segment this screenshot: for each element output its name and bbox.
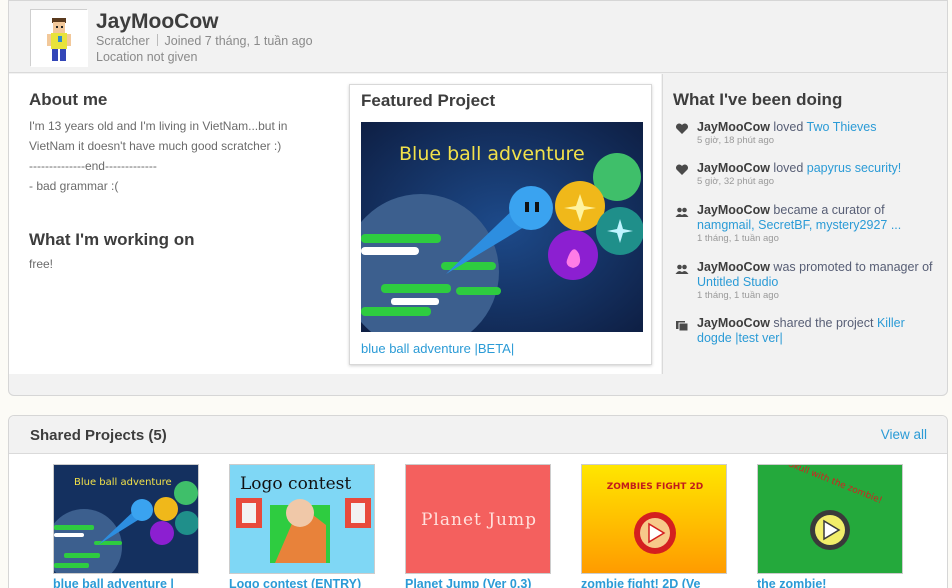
meta-divider — [156, 34, 158, 46]
activity-item: JayMooCow loved papyrus security! 5 giờ, … — [675, 161, 940, 188]
project-thumbnail[interactable]: Blue ball adventure — [53, 464, 199, 574]
activity-title: What I've been doing — [673, 90, 843, 109]
activity-action: loved — [769, 161, 807, 175]
activity-action: shared the project — [769, 316, 877, 330]
activity-user[interactable]: JayMooCow — [697, 316, 770, 330]
project-thumbnail[interactable]: Logo contest — [229, 464, 375, 574]
project-title-link[interactable]: zombie fight! 2D (Ve — [581, 577, 727, 588]
activity-user[interactable]: JayMooCow — [697, 260, 770, 274]
activity-time: 1 tháng, 1 tuần ago — [697, 233, 779, 244]
activity-item: JayMooCow loved Two Thieves 5 giờ, 18 phú… — [675, 120, 940, 147]
project-artwork: Logo contest — [230, 465, 374, 573]
featured-thumbnail[interactable]: Blue ball adventure — [361, 122, 643, 332]
about-line: VietNam it doesn't have much good scratc… — [29, 139, 282, 153]
about-line: - bad grammar :( — [29, 179, 119, 193]
project-title-link[interactable]: Logo contest (ENTRY) — [229, 577, 375, 588]
users-icon — [675, 207, 689, 217]
project-title-link[interactable]: blue ball adventure | — [53, 577, 199, 588]
username: JayMooCow — [96, 10, 219, 33]
project-artwork: Blue ball adventure — [54, 465, 198, 573]
role-label: Scratcher — [96, 34, 150, 48]
project-thumb-text: Planet Jump — [421, 510, 537, 530]
profile-header: JayMooCow Scratcher Joined 7 tháng, 1 tuầ… — [9, 1, 947, 73]
avatar[interactable] — [30, 9, 88, 67]
featured-thumb-text: Blue ball adventure — [399, 143, 585, 165]
featured-project-box: Featured Project Blue ball adventure blu… — [349, 84, 652, 365]
view-all-link[interactable]: View all — [881, 427, 927, 442]
joined-label: Joined 7 tháng, 1 tuần ago — [164, 34, 313, 48]
activity-item: JayMooCow was promoted to manager of Unt… — [675, 260, 940, 302]
project-card[interactable]: Skull with the zombie! the zombie! — [757, 464, 903, 588]
project-artwork: ZOMBIES FIGHT 2D — [582, 465, 726, 573]
shared-projects-header: Shared Projects (5) View all — [9, 416, 947, 454]
profile-meta: Scratcher Joined 7 tháng, 1 tuần ago — [96, 34, 313, 48]
activity-time: 5 giờ, 32 phút ago — [697, 176, 775, 187]
project-card[interactable]: ZOMBIES FIGHT 2D zombie fight! 2D (Ve — [581, 464, 727, 588]
about-text: I'm 13 years old and I'm living in VietN… — [29, 116, 334, 196]
activity-user[interactable]: JayMooCow — [697, 120, 770, 134]
profile-box: JayMooCow Scratcher Joined 7 tháng, 1 tuầ… — [8, 0, 948, 396]
featured-project-link[interactable]: blue ball adventure |BETA| — [361, 341, 514, 356]
activity-target-link[interactable]: papyrus security! — [807, 161, 901, 175]
project-card[interactable]: Blue ball adventure blue ball adventure … — [53, 464, 199, 588]
main-content: About me I'm 13 years old and I'm living… — [9, 74, 661, 374]
project-artwork: Skull with the zombie! — [758, 465, 902, 573]
avatar-figure-icon — [31, 10, 88, 67]
activity-target-link[interactable]: Two Thieves — [807, 120, 877, 134]
about-title: About me — [29, 90, 108, 109]
project-title-link[interactable]: the zombie! — [757, 577, 903, 588]
project-thumb-text: ZOMBIES FIGHT 2D — [607, 482, 704, 492]
activity-action: was promoted to manager of — [769, 260, 933, 274]
activity-target-link[interactable]: Untitled Studio — [697, 275, 778, 289]
project-thumbnail[interactable]: ZOMBIES FIGHT 2D — [581, 464, 727, 574]
activity-time: 5 giờ, 18 phút ago — [697, 135, 775, 146]
project-thumbnail[interactable]: Skull with the zombie! — [757, 464, 903, 574]
heart-icon — [675, 123, 689, 134]
project-thumb-text: Blue ball adventure — [74, 477, 172, 488]
users-icon — [675, 264, 689, 274]
project-artwork: Planet Jump — [406, 465, 550, 573]
working-title: What I'm working on — [29, 230, 195, 249]
featured-artwork: Blue ball adventure — [361, 122, 643, 332]
shared-projects-box: Shared Projects (5) View all Blue ball a… — [8, 415, 948, 588]
project-card[interactable]: Planet Jump Planet Jump (Ver 0.3) — [405, 464, 551, 588]
location-label: Location not given — [96, 50, 198, 64]
about-line: --------------end------------- — [29, 159, 157, 173]
project-card[interactable]: Logo contest Logo contest (ENTRY) — [229, 464, 375, 588]
working-text: free! — [29, 257, 54, 271]
activity-action: loved — [769, 120, 807, 134]
activity-target-link[interactable]: namgmail, SecretBF, mystery2927 ... — [697, 218, 901, 232]
heart-icon — [675, 164, 689, 175]
project-thumbnail[interactable]: Planet Jump — [405, 464, 551, 574]
shared-projects-title: Shared Projects (5) — [30, 427, 167, 444]
project-title-link[interactable]: Planet Jump (Ver 0.3) — [405, 577, 551, 588]
activity-user[interactable]: JayMooCow — [697, 203, 770, 217]
share-icon — [676, 321, 689, 332]
activity-panel: What I've been doing JayMooCow loved Two… — [662, 74, 947, 374]
project-thumb-text: Logo contest — [240, 474, 351, 494]
activity-user[interactable]: JayMooCow — [697, 161, 770, 175]
featured-title: Featured Project — [361, 91, 496, 110]
activity-time: 1 tháng, 1 tuần ago — [697, 290, 779, 301]
about-line: I'm 13 years old and I'm living in VietN… — [29, 119, 288, 133]
activity-item: JayMooCow became a curator of namgmail, … — [675, 203, 940, 245]
activity-item: JayMooCow shared the project Killer dogd… — [675, 316, 940, 346]
activity-action: became a curator of — [769, 203, 885, 217]
